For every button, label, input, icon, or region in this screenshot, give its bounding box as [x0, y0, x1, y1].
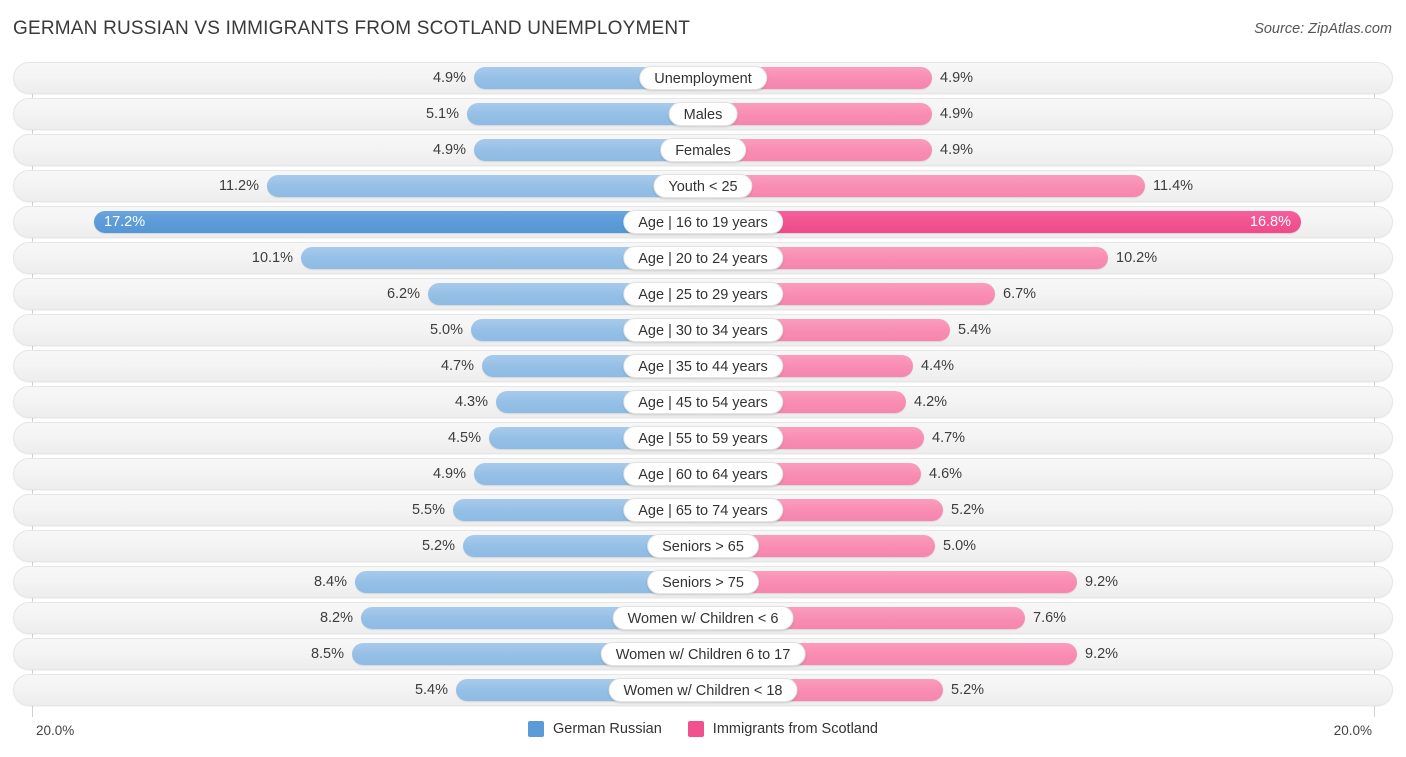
- chart-row: 4.5% 4.7% Age | 55 to 59 years: [13, 422, 1393, 454]
- value-label-german-russian: 17.2%: [104, 214, 146, 230]
- value-label-german-russian: 4.3%: [454, 394, 488, 410]
- legend-swatch-german-russian: [528, 721, 544, 737]
- bar-immigrants-scotland: [703, 103, 932, 125]
- category-label: Youth < 25: [653, 174, 753, 198]
- value-label-german-russian: 6.2%: [386, 286, 420, 302]
- value-label-german-russian: 8.2%: [319, 610, 353, 626]
- legend-label: German Russian: [553, 721, 662, 737]
- value-label-immigrants-scotland: 16.8%: [1249, 214, 1291, 230]
- value-label-immigrants-scotland: 5.0%: [943, 538, 977, 554]
- category-label: Age | 16 to 19 years: [623, 210, 783, 234]
- value-label-immigrants-scotland: 4.9%: [940, 142, 974, 158]
- source-attribution: Source: ZipAtlas.com: [1254, 21, 1392, 37]
- legend-item[interactable]: German Russian: [528, 721, 662, 737]
- category-label: Females: [660, 138, 746, 162]
- value-label-german-russian: 5.4%: [414, 682, 448, 698]
- value-label-immigrants-scotland: 10.2%: [1116, 250, 1158, 266]
- category-label: Age | 55 to 59 years: [623, 426, 783, 450]
- chart-row: 4.7% 4.4% Age | 35 to 44 years: [13, 350, 1393, 382]
- legend-item[interactable]: Immigrants from Scotland: [687, 721, 878, 737]
- value-label-german-russian: 4.9%: [432, 466, 466, 482]
- chart-row: 5.2% 5.0% Seniors > 65: [13, 530, 1393, 562]
- value-label-immigrants-scotland: 11.4%: [1153, 178, 1194, 194]
- bar-german-russian: [94, 211, 703, 233]
- category-label: Seniors > 75: [647, 570, 759, 594]
- bar-german-russian: [467, 103, 703, 125]
- bar-german-russian: [267, 175, 703, 197]
- value-label-german-russian: 8.5%: [310, 646, 344, 662]
- category-label: Age | 35 to 44 years: [623, 354, 783, 378]
- value-label-immigrants-scotland: 9.2%: [1085, 646, 1119, 662]
- chart-footer: 20.0% 20.0% German Russian Immigrants fro…: [0, 717, 1406, 757]
- bar-immigrants-scotland: [703, 571, 1077, 593]
- category-label: Women w/ Children 6 to 17: [600, 642, 806, 666]
- chart-row: 5.4% 5.2% Women w/ Children < 18: [13, 674, 1393, 706]
- value-label-german-russian: 4.5%: [447, 430, 481, 446]
- value-label-immigrants-scotland: 4.9%: [940, 106, 974, 122]
- chart-row: 4.9% 4.9% Unemployment: [13, 62, 1393, 94]
- value-label-immigrants-scotland: 4.7%: [932, 430, 966, 446]
- category-label: Women w/ Children < 18: [608, 678, 798, 702]
- chart-row: 4.3% 4.2% Age | 45 to 54 years: [13, 386, 1393, 418]
- category-label: Age | 60 to 64 years: [623, 462, 783, 486]
- bar-immigrants-scotland: [703, 175, 1145, 197]
- chart-header: GERMAN RUSSIAN VS IMMIGRANTS FROM SCOTLA…: [0, 0, 1406, 52]
- value-label-german-russian: 5.1%: [425, 106, 459, 122]
- chart-row: 6.2% 6.7% Age | 25 to 29 years: [13, 278, 1393, 310]
- value-label-german-russian: 10.1%: [251, 250, 293, 266]
- chart-row: 8.5% 9.2% Women w/ Children 6 to 17: [13, 638, 1393, 670]
- bar-immigrants-scotland: [703, 211, 1301, 233]
- legend-swatch-immigrants-scotland: [687, 721, 704, 737]
- value-label-german-russian: 5.0%: [429, 322, 463, 338]
- value-label-german-russian: 4.7%: [440, 358, 474, 374]
- legend-label: Immigrants from Scotland: [712, 721, 878, 737]
- value-label-german-russian: 4.9%: [432, 70, 466, 86]
- value-label-immigrants-scotland: 5.4%: [958, 322, 992, 338]
- chart-row: 4.9% 4.6% Age | 60 to 64 years: [13, 458, 1393, 490]
- chart-row: 8.4% 9.2% Seniors > 75: [13, 566, 1393, 598]
- value-label-immigrants-scotland: 7.6%: [1033, 610, 1067, 626]
- chart-row: 17.2% 16.8% Age | 16 to 19 years: [13, 206, 1393, 238]
- value-label-immigrants-scotland: 4.2%: [914, 394, 948, 410]
- chart-legend: German Russian Immigrants from Scotland: [0, 721, 1406, 737]
- value-label-immigrants-scotland: 5.2%: [951, 502, 985, 518]
- chart-row: 5.1% 4.9% Males: [13, 98, 1393, 130]
- value-label-immigrants-scotland: 4.6%: [929, 466, 963, 482]
- category-label: Unemployment: [639, 66, 767, 90]
- chart-row: 10.1% 10.2% Age | 20 to 24 years: [13, 242, 1393, 274]
- category-label: Age | 25 to 29 years: [623, 282, 783, 306]
- category-label: Age | 30 to 34 years: [623, 318, 783, 342]
- value-label-immigrants-scotland: 4.9%: [940, 70, 974, 86]
- value-label-german-russian: 5.5%: [411, 502, 445, 518]
- chart-row: 5.0% 5.4% Age | 30 to 34 years: [13, 314, 1393, 346]
- page-title: GERMAN RUSSIAN VS IMMIGRANTS FROM SCOTLA…: [13, 18, 691, 39]
- value-label-immigrants-scotland: 4.4%: [921, 358, 955, 374]
- category-label: Age | 45 to 54 years: [623, 390, 783, 414]
- value-label-immigrants-scotland: 6.7%: [1003, 286, 1037, 302]
- category-label: Women w/ Children < 6: [612, 606, 794, 630]
- value-label-german-russian: 4.9%: [432, 142, 466, 158]
- category-label: Males: [668, 102, 738, 126]
- chart-row: 11.2% 11.4% Youth < 25: [13, 170, 1393, 202]
- category-label: Seniors > 65: [647, 534, 759, 558]
- value-label-german-russian: 5.2%: [421, 538, 455, 554]
- chart-row: 4.9% 4.9% Females: [13, 134, 1393, 166]
- value-label-immigrants-scotland: 9.2%: [1085, 574, 1119, 590]
- category-label: Age | 65 to 74 years: [623, 498, 783, 522]
- value-label-german-russian: 11.2%: [218, 178, 259, 194]
- chart-row: 5.5% 5.2% Age | 65 to 74 years: [13, 494, 1393, 526]
- chart-row: 8.2% 7.6% Women w/ Children < 6: [13, 602, 1393, 634]
- value-label-immigrants-scotland: 5.2%: [951, 682, 985, 698]
- category-label: Age | 20 to 24 years: [623, 246, 783, 270]
- value-label-german-russian: 8.4%: [313, 574, 347, 590]
- diverging-bar-chart: 4.9% 4.9% Unemployment 5.1% 4.9% Males 4.9% 4.9…: [0, 62, 1406, 717]
